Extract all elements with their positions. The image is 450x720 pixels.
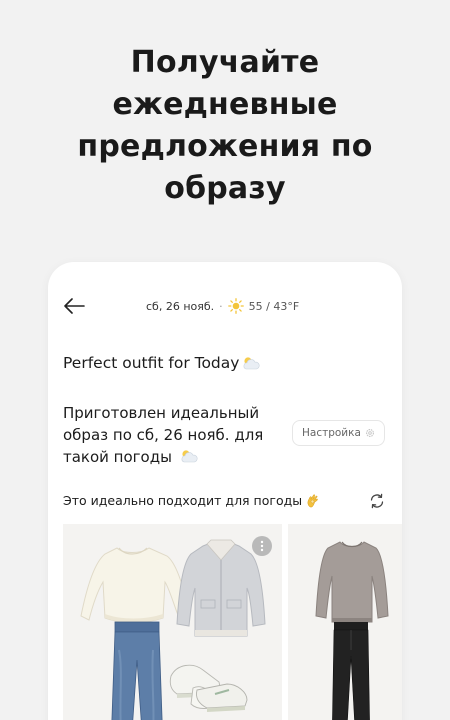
title-text: Perfect outfit for Today xyxy=(63,354,240,372)
headline-line-3: предложения по xyxy=(77,129,373,164)
section-text: Это идеально подходит для погоды xyxy=(63,493,303,508)
top-bar: сб, 26 нояб. · 55 / 43°F xyxy=(48,290,402,322)
temperature-label: 55 / 43°F xyxy=(248,299,300,313)
date-label: сб, 26 нояб. xyxy=(146,299,215,313)
headline: Получайте ежедневные предложения по обра… xyxy=(0,42,450,210)
outfit-card[interactable] xyxy=(288,524,402,720)
weather-fit-label: Это идеально подходит для погоды xyxy=(63,493,320,508)
separator: · xyxy=(219,299,223,313)
headline-line-1: Получайте xyxy=(130,45,320,80)
settings-label: Настройка xyxy=(302,427,361,439)
gear-icon xyxy=(365,429,374,437)
refresh-button[interactable] xyxy=(367,491,387,511)
sun-cloud-icon xyxy=(181,450,198,463)
sun-icon xyxy=(227,298,244,314)
ok-hand-icon xyxy=(307,494,318,508)
black-trousers-image xyxy=(332,622,370,720)
weather-fit-row: Это идеально подходит для погоды xyxy=(63,491,387,511)
headline-line-2: ежедневные xyxy=(112,87,338,122)
outfit-card[interactable] xyxy=(63,524,282,720)
white-sneakers-image xyxy=(169,664,248,712)
blue-jeans-image xyxy=(111,621,163,720)
phone-screen: сб, 26 нояб. · 55 / 43°F Perfect outfit … xyxy=(48,262,402,720)
arrow-left-icon xyxy=(64,298,85,314)
grey-jacket-image xyxy=(176,539,266,637)
grey-sweater-image xyxy=(315,541,389,623)
sun-cloud-icon xyxy=(244,357,260,370)
description-text: Приготовлен идеальный образ по сб, 26 но… xyxy=(63,404,264,466)
settings-button[interactable]: Настройка xyxy=(292,420,385,446)
refresh-icon xyxy=(370,493,384,509)
outfit-description: Приготовлен идеальный образ по сб, 26 но… xyxy=(63,402,283,468)
back-button[interactable] xyxy=(60,292,88,320)
headline-line-4: образу xyxy=(164,171,286,206)
outfit-title: Perfect outfit for Today xyxy=(63,354,261,372)
date-weather: сб, 26 нояб. · 55 / 43°F xyxy=(146,298,299,314)
